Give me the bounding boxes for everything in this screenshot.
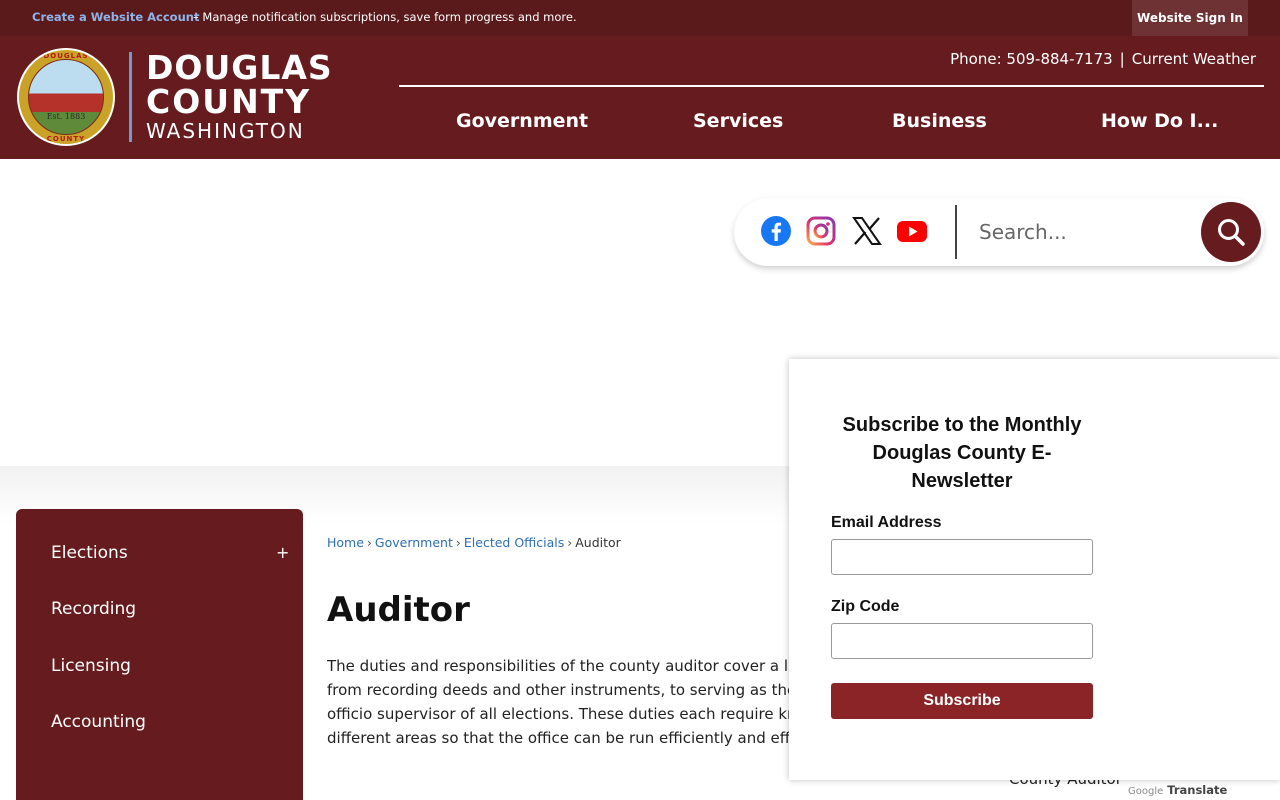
email-field[interactable]: [831, 539, 1093, 575]
create-account-description: – Manage notification subscriptions, sav…: [193, 10, 577, 24]
search-input[interactable]: [979, 216, 1189, 248]
create-account-link[interactable]: Create a Website Account: [32, 10, 199, 24]
breadcrumb-separator: ›: [455, 535, 461, 550]
subscribe-button[interactable]: Subscribe: [831, 683, 1093, 719]
current-weather-link[interactable]: Current Weather: [1132, 50, 1256, 68]
breadcrumb-current: Auditor: [575, 535, 621, 550]
seal-building-image: Est. 1883: [28, 59, 104, 135]
x-icon[interactable]: [851, 215, 883, 247]
description-line: officio supervisor of all elections. The…: [327, 705, 797, 723]
sidebar-item-accounting[interactable]: Accounting: [51, 712, 146, 732]
instagram-icon[interactable]: [805, 215, 837, 247]
contact-separator: |: [1119, 50, 1125, 68]
logo-text-washington[interactable]: WASHINGTON: [146, 119, 305, 143]
sidebar-item-elections[interactable]: Elections: [51, 543, 128, 563]
logo-text-county[interactable]: COUNTY: [146, 84, 311, 120]
nav-government[interactable]: Government: [456, 110, 588, 132]
county-seal-logo[interactable]: DOUGLAS Est. 1883 COUNTY: [17, 48, 115, 146]
breadcrumb-government[interactable]: Government: [375, 535, 453, 550]
youtube-icon[interactable]: [896, 215, 928, 247]
description-line: The duties and responsibilities of the c…: [327, 657, 797, 675]
breadcrumb-home[interactable]: Home: [327, 535, 364, 550]
zip-label: Zip Code: [831, 598, 900, 615]
logo-text-douglas[interactable]: DOUGLAS: [146, 50, 333, 86]
breadcrumb-elected-officials[interactable]: Elected Officials: [464, 535, 564, 550]
seal-bottom-text: COUNTY: [46, 135, 86, 143]
search-button[interactable]: [1201, 202, 1261, 262]
sidebar-item-licensing[interactable]: Licensing: [51, 656, 131, 676]
google-logo-text: Google: [1128, 786, 1164, 797]
breadcrumb-separator: ›: [366, 535, 372, 550]
newsletter-title: Subscribe to the Monthly Douglas County …: [842, 414, 1082, 492]
description-line: from recording deeds and other instrumen…: [327, 681, 797, 699]
nav-divider: [399, 85, 1264, 87]
facebook-icon[interactable]: [760, 215, 792, 247]
logo-divider: [129, 52, 132, 142]
phone-link[interactable]: Phone: 509-884-7173: [950, 50, 1113, 68]
sidebar-item-recording[interactable]: Recording: [51, 599, 136, 619]
email-label: Email Address: [831, 514, 942, 531]
website-sign-in-button[interactable]: Website Sign In: [1132, 0, 1248, 36]
site-header: DOUGLAS Est. 1883 COUNTY DOUGLAS COUNTY …: [0, 36, 1280, 159]
translate-label: Translate: [1167, 783, 1228, 797]
page-description: The duties and responsibilities of the c…: [327, 654, 797, 750]
google-translate-widget[interactable]: Google Translate: [1128, 783, 1227, 797]
utility-bar: Create a Website Account – Manage notifi…: [0, 0, 1280, 36]
seal-est-text: Est. 1883: [46, 112, 86, 121]
breadcrumb-separator: ›: [567, 535, 573, 550]
nav-business[interactable]: Business: [892, 110, 987, 132]
nav-how-do-i[interactable]: How Do I...: [1101, 110, 1218, 132]
page-title: Auditor: [327, 590, 470, 630]
search-divider: [955, 205, 957, 259]
zip-code-field[interactable]: [831, 623, 1093, 659]
header-contact: Phone: 509-884-7173 | Current Weather: [950, 50, 1256, 68]
social-search-bar: [734, 198, 1264, 266]
section-sidebar: Elections + Recording Licensing Accounti…: [16, 509, 303, 800]
newsletter-popup: Subscribe to the Monthly Douglas County …: [789, 359, 1280, 780]
main-nav: Government Services Business How Do I...: [399, 98, 1264, 146]
search-icon: [1218, 219, 1245, 246]
nav-services[interactable]: Services: [693, 110, 783, 132]
description-line: different areas so that the office can b…: [327, 729, 797, 747]
breadcrumb: Home › Government › Elected Officials › Audito…: [327, 535, 621, 550]
expand-icon[interactable]: +: [276, 543, 289, 562]
